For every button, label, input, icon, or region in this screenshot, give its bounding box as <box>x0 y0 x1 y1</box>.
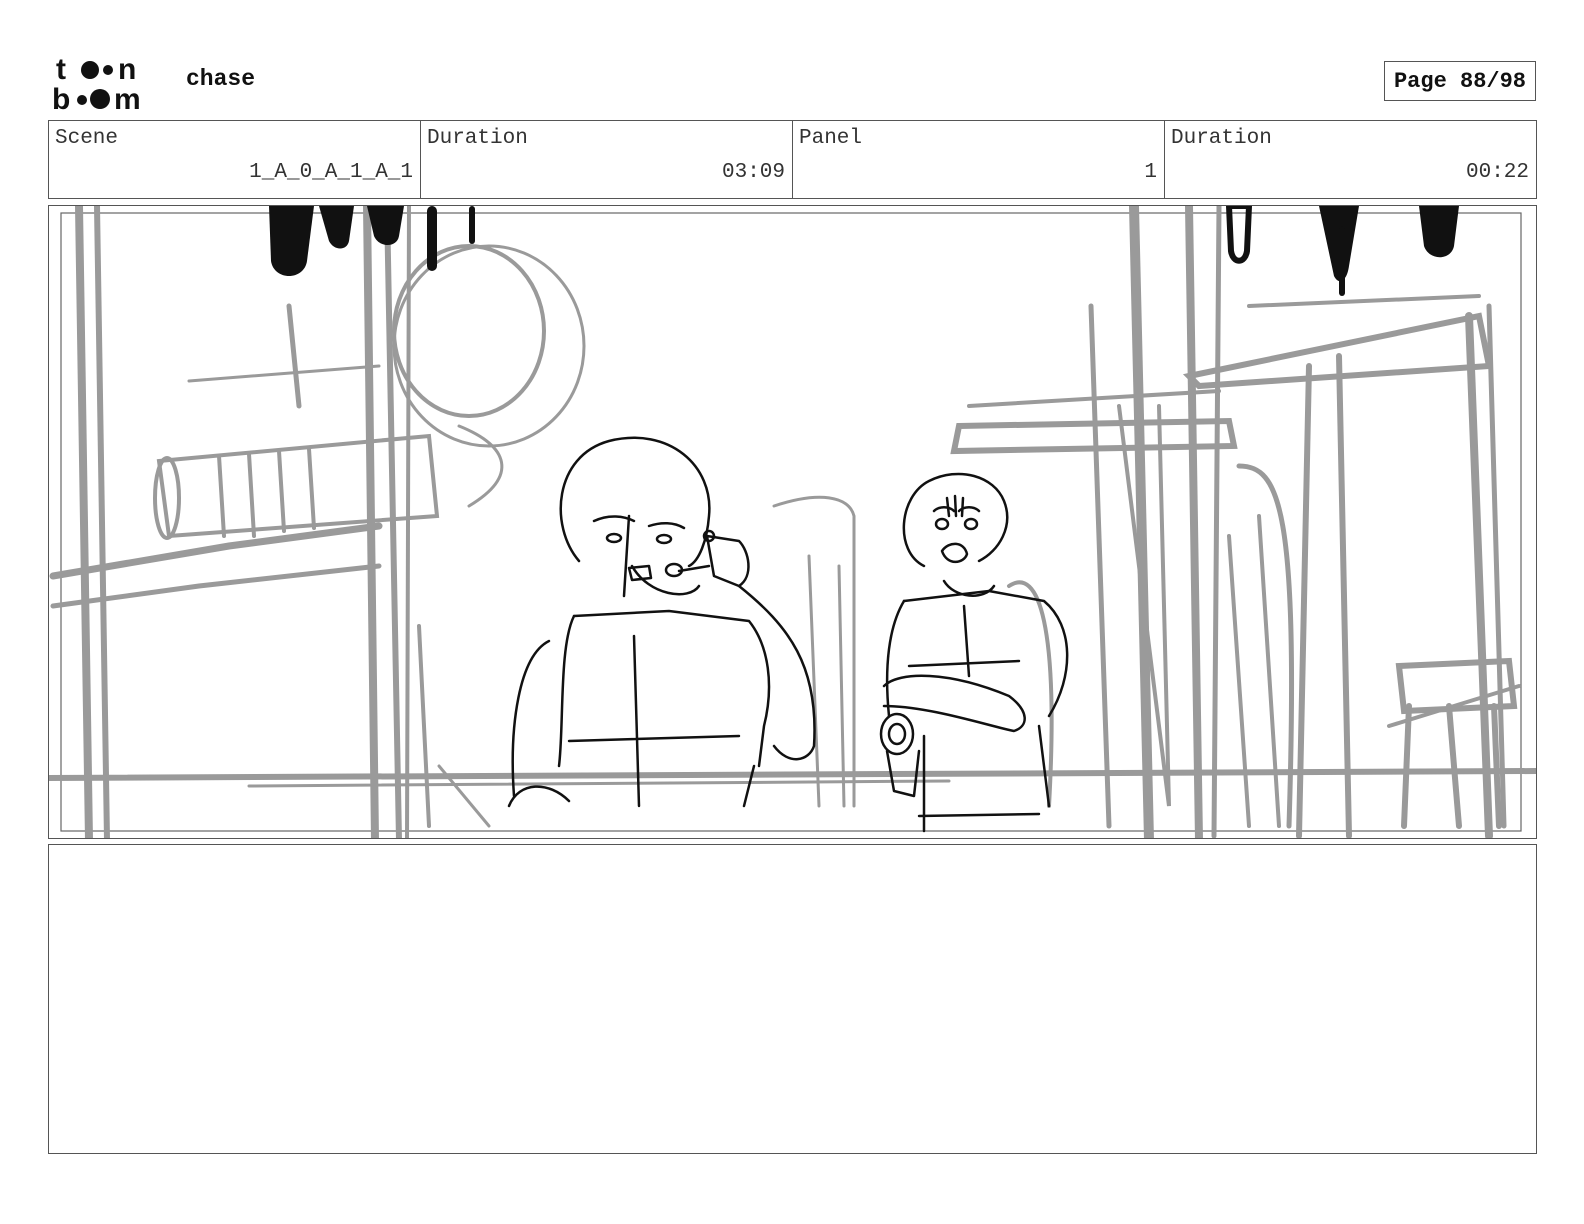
scene-duration-label: Duration <box>427 127 528 150</box>
svg-text:m: m <box>114 83 141 112</box>
toon-boom-logo: t n b m <box>52 53 141 112</box>
scene-value: 1_A_0_A_1_A_1 <box>249 161 413 184</box>
background-sketch <box>49 206 1536 838</box>
svg-text:b: b <box>52 83 70 112</box>
scene-duration-value: 03:09 <box>721 161 785 184</box>
panel-duration-cell: Duration 00:22 <box>1165 121 1536 198</box>
character-1-head <box>559 436 711 568</box>
page-indicator: Page 88/98 <box>1384 61 1536 101</box>
storyboard-info-row: Scene 1_A_0_A_1_A_1 Duration 03:09 Panel… <box>48 120 1537 199</box>
panel-duration-value: 00:22 <box>1465 161 1529 184</box>
scene-duration-cell: Duration 03:09 <box>421 121 793 198</box>
svg-text:n: n <box>118 53 136 86</box>
svg-text:t: t <box>56 53 66 86</box>
character-2-head <box>902 472 1009 568</box>
panel-notes-area <box>48 844 1537 1154</box>
scene-cell: Scene 1_A_0_A_1_A_1 <box>49 121 421 198</box>
panel-cell: Panel 1 <box>793 121 1165 198</box>
panel-label: Panel <box>799 127 863 150</box>
storyboard-panel <box>48 205 1537 839</box>
scene-label: Scene <box>55 127 119 150</box>
panel-value: 1 <box>1144 161 1157 184</box>
panel-duration-label: Duration <box>1171 127 1272 150</box>
panel-sketch <box>49 206 1536 838</box>
project-title: chase <box>186 66 256 92</box>
